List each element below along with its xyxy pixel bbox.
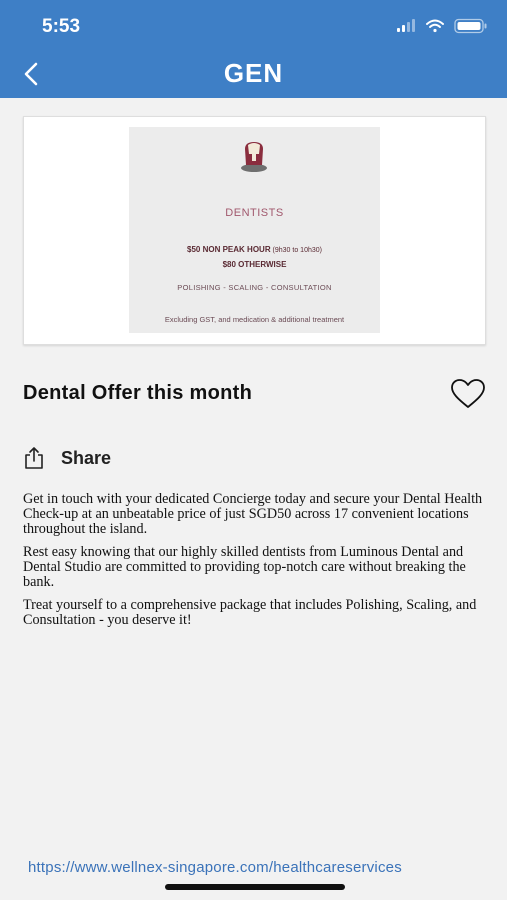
healthcare-services-link[interactable]: https://www.wellnex-singapore.com/health… (28, 859, 402, 876)
home-indicator (165, 884, 345, 890)
app-header: 5:53 GEN (0, 0, 507, 98)
offer-image-note: Excluding GST, and medication & addition… (164, 315, 345, 324)
share-button[interactable]: Share (23, 444, 111, 472)
offer-image: DENTISTS $50 NON PEAK HOUR (9h30 to 10h3… (129, 127, 380, 333)
description-paragraph: Get in touch with your dedicated Concier… (23, 491, 483, 537)
status-time: 5:53 (42, 16, 81, 37)
offer-description: Get in touch with your dedicated Concier… (23, 492, 493, 636)
tooth-icon (239, 139, 269, 178)
offer-image-card: DENTISTS $50 NON PEAK HOUR (9h30 to 10h3… (23, 116, 486, 345)
price-line1-bold: $50 NON PEAK HOUR (187, 245, 271, 254)
status-icons (397, 18, 489, 34)
heart-icon (451, 379, 485, 408)
wifi-icon (426, 19, 444, 33)
signal-icon (397, 19, 415, 32)
offer-title: Dental Offer this month (23, 382, 253, 404)
offer-image-price-line2: $80 OTHERWISE (222, 260, 287, 269)
app-logo: GEN (223, 58, 284, 88)
description-paragraph: Treat yourself to a comprehensive packag… (23, 597, 477, 628)
description-paragraph: Rest easy knowing that our highly skille… (23, 544, 466, 590)
share-icon (25, 447, 43, 469)
favorite-button[interactable] (449, 378, 487, 410)
share-label: Share (61, 447, 112, 468)
offer-image-category: DENTISTS (225, 207, 284, 219)
battery-icon (454, 18, 487, 34)
offer-image-services: POLISHING - SCALING - CONSULTATION (177, 283, 332, 292)
price-line1-hours: (9h30 to 10h30) (270, 247, 322, 254)
offer-image-price-line1: $50 NON PEAK HOUR (9h30 to 10h30) (129, 245, 380, 254)
